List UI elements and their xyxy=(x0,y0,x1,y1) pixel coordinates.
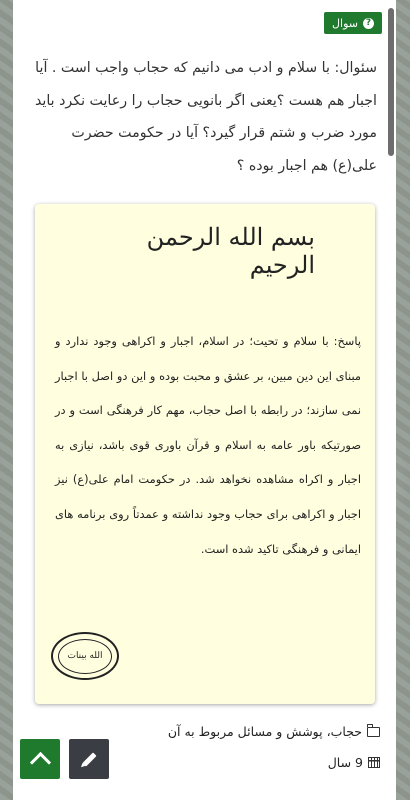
folder-icon xyxy=(366,723,380,737)
bismillah-calligraphy: بسم الله الرحمن الرحيم xyxy=(146,223,315,279)
scroll-to-top-button[interactable] xyxy=(20,739,60,779)
scrollbar[interactable] xyxy=(387,0,394,800)
scrollbar-thumb[interactable] xyxy=(388,8,394,156)
category-row: حجاب، پوشش و مسائل مربوط به آن xyxy=(168,723,380,739)
post-age: 9 سال xyxy=(327,755,363,770)
seal-inner: الله بینات xyxy=(58,638,112,674)
age-row: 9 سال xyxy=(328,755,380,770)
question-tag[interactable]: ? سوال xyxy=(324,12,382,34)
chevron-up-icon xyxy=(29,751,51,773)
question-text: سئوال: با سلام و ادب می دانیم که حجاب وا… xyxy=(34,60,377,174)
answer-text: پاسخ: با سلام و تحیت؛ در اسلام، اجبار و … xyxy=(55,334,361,556)
pencil-icon xyxy=(81,751,97,767)
question-circle-icon: ? xyxy=(363,17,374,29)
seal-stamp: الله بینات xyxy=(51,632,119,680)
question-tag-label: سوال xyxy=(332,16,358,30)
calendar-icon xyxy=(368,757,380,768)
answer-card: بسم الله الرحمن الرحيم پاسخ: با سلام و ت… xyxy=(35,204,375,704)
edit-button[interactable] xyxy=(69,739,109,779)
category-link[interactable]: حجاب، پوشش و مسائل مربوط به آن xyxy=(168,724,362,739)
